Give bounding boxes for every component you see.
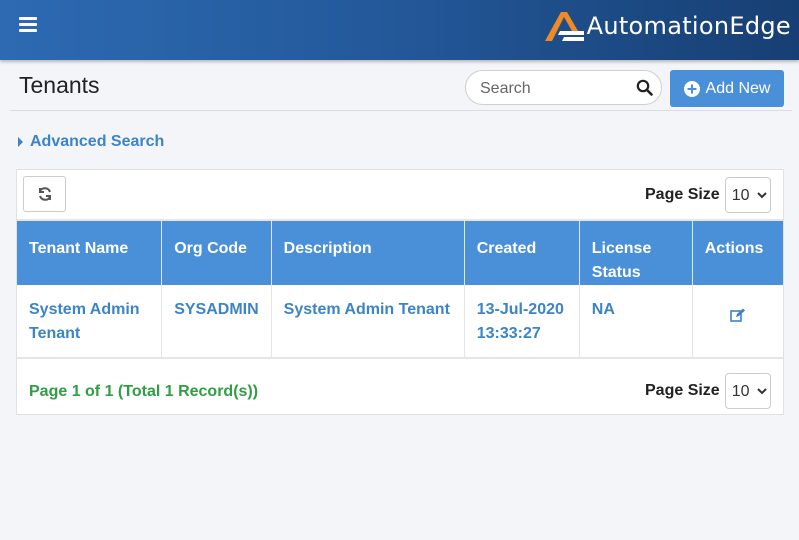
page-title: Tenants xyxy=(19,72,100,98)
column-header-actions: Actions xyxy=(692,220,783,285)
caret-right-icon xyxy=(18,137,23,147)
add-new-button[interactable]: Add New xyxy=(670,70,784,107)
top-navbar: AutomationEdge xyxy=(0,0,799,60)
automationedge-logo-icon xyxy=(544,12,584,41)
page-size-select-top[interactable]: 10 xyxy=(724,177,771,213)
brand-logo: AutomationEdge xyxy=(542,8,791,44)
brand-name: AutomationEdge xyxy=(586,12,791,40)
page-size-top: Page Size 10 xyxy=(645,177,771,213)
edit-icon[interactable] xyxy=(730,308,746,322)
page-size-select-bottom[interactable]: 10 xyxy=(724,373,771,409)
cell-tenant-name[interactable]: System Admin Tenant xyxy=(17,285,163,359)
search-input[interactable] xyxy=(478,77,632,101)
cell-org-code: SYSADMIN xyxy=(161,285,272,359)
refresh-icon xyxy=(38,187,51,201)
cell-description: System Admin Tenant xyxy=(271,285,465,359)
tenants-table-panel: Page Size 10 Tenant Name Org Code Descri… xyxy=(16,169,784,415)
column-header-description[interactable]: Description xyxy=(271,220,465,285)
plus-circle-icon xyxy=(683,80,700,97)
advanced-search-label: Advanced Search xyxy=(30,133,165,150)
column-header-org-code[interactable]: Org Code xyxy=(161,220,272,285)
cell-created: 13-Jul-2020 13:33:27 xyxy=(464,285,580,359)
search-icon[interactable] xyxy=(636,79,653,96)
table-toolbar: Page Size 10 xyxy=(17,170,783,220)
pagination-summary: Page 1 of 1 (Total 1 Record(s)) xyxy=(29,383,259,400)
cell-actions xyxy=(692,285,783,359)
hamburger-menu-icon[interactable] xyxy=(19,17,37,33)
page-header: Tenants Add New xyxy=(10,64,792,111)
page-size-bottom: Page Size 10 xyxy=(645,373,771,409)
tenants-table: Tenant Name Org Code Description Created… xyxy=(17,219,783,359)
column-header-tenant-name[interactable]: Tenant Name xyxy=(17,220,163,285)
table-header-row: Tenant Name Org Code Description Created… xyxy=(17,220,783,285)
table-row: System Admin Tenant SYSADMIN System Admi… xyxy=(17,285,783,359)
refresh-button[interactable] xyxy=(23,176,66,212)
add-new-label: Add New xyxy=(705,79,771,97)
advanced-search-toggle[interactable]: Advanced Search xyxy=(18,133,164,151)
page-size-label-bottom: Page Size xyxy=(645,382,720,399)
column-header-created[interactable]: Created xyxy=(464,220,580,285)
cell-license-status: NA xyxy=(579,285,693,359)
page-size-label: Page Size xyxy=(645,186,720,203)
column-header-license-status[interactable]: License Status xyxy=(579,220,693,285)
search-field xyxy=(465,70,662,105)
